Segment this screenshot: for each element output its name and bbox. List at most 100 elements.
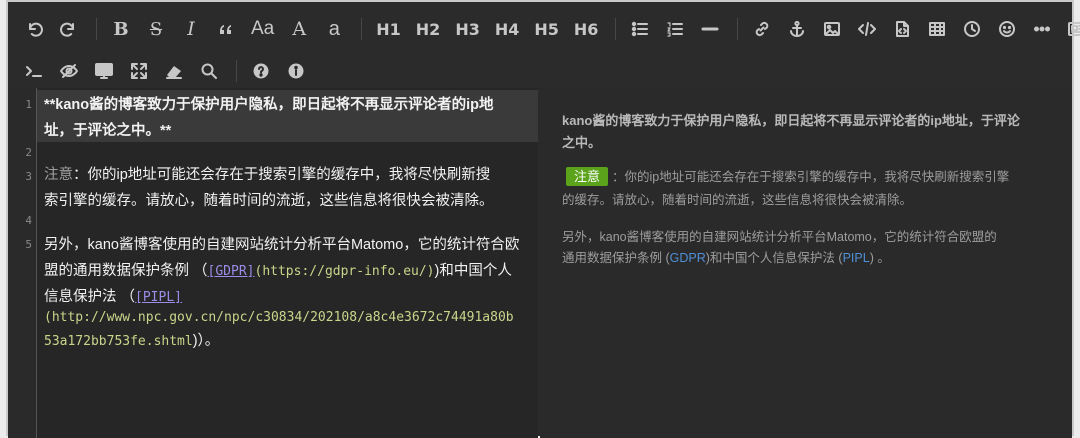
pagebreak-button[interactable] — [1063, 14, 1080, 44]
toggle-preview-icon — [59, 62, 79, 80]
terminal-icon — [24, 62, 44, 80]
pipl-link[interactable]: PIPL — [843, 251, 870, 265]
markdown-source-pane[interactable]: 1 2 3 4 5 **kano酱的博客致力于保护用户隐私，即日起将不再显示评论… — [8, 88, 538, 438]
code-line: 盟的通用数据保护条例 （[GDPR](https://gdpr-info.eu/… — [44, 258, 529, 285]
link-icon — [753, 20, 771, 38]
preview-text: ：你的ip地址可能还会存在于搜索引擎的缓存中，我将尽快刷新搜索引擎 — [612, 170, 1010, 184]
bold-button[interactable]: B — [107, 14, 135, 44]
table-button[interactable] — [923, 14, 951, 44]
ordered-list-icon — [666, 20, 684, 38]
toolbar-separator — [615, 18, 617, 40]
line-number-gutter: 1 2 3 4 5 — [8, 88, 37, 438]
preview-heading-line: kano酱的博客致力于保护用户隐私，即日起将不再显示评论者的ip地址，于评论 — [562, 113, 1020, 128]
fullscreen-preview-icon — [94, 62, 114, 80]
help-button[interactable] — [247, 56, 275, 86]
clear-icon — [164, 62, 184, 80]
table-icon — [928, 20, 946, 38]
preview-heading-line: 之中。 — [562, 135, 602, 150]
markdown-preview-pane: kano酱的博客致力于保护用户隐私，即日起将不再显示评论者的ip地址，于评论 之… — [540, 88, 1072, 438]
heading-6-button-button[interactable]: H6 — [570, 14, 603, 44]
unordered-list-icon — [631, 20, 649, 38]
heading-4-button-button[interactable]: H4 — [491, 14, 524, 44]
md-link-text[interactable]: [PIPL] — [135, 290, 182, 305]
horizontal-rule-button[interactable] — [696, 14, 724, 44]
search-button[interactable] — [195, 56, 223, 86]
line-number: 1 — [25, 98, 32, 111]
md-link-text[interactable]: [GDPR] — [208, 264, 255, 279]
italic-button[interactable]: I — [177, 14, 205, 44]
datetime-button[interactable] — [958, 14, 986, 44]
lowercase-icon: a — [328, 17, 340, 40]
md-link-url: (https://gdpr-info.eu/) — [254, 264, 435, 279]
fullscreen-button[interactable] — [125, 56, 153, 86]
help-icon — [252, 62, 270, 80]
redo-button[interactable] — [55, 14, 83, 44]
unordered-list-button[interactable] — [626, 14, 654, 44]
quote-button[interactable] — [212, 14, 240, 44]
notice-tag-text: 注意 — [44, 167, 73, 183]
heading-3-button-button[interactable]: H3 — [451, 14, 484, 44]
line-number: 3 — [25, 170, 32, 183]
toggle-preview-button[interactable] — [55, 56, 83, 86]
quote-icon — [217, 20, 235, 38]
code-text: 信息保护法 （ — [44, 289, 136, 305]
heading-2-button-button[interactable]: H2 — [412, 14, 445, 44]
code-block-button[interactable] — [888, 14, 916, 44]
code-text: ：你的ip地址可能还会存在于搜索引擎的缓存中，我将尽快刷新搜 — [73, 167, 491, 183]
ordered-list-button[interactable] — [661, 14, 689, 44]
code-text: )）。 — [192, 333, 220, 349]
line-number: 2 — [25, 146, 32, 159]
toolbar-separator — [737, 18, 739, 40]
search-icon — [200, 62, 218, 80]
terminal-button[interactable] — [20, 56, 48, 86]
link-button[interactable] — [748, 14, 776, 44]
line-number: 5 — [25, 238, 32, 251]
line-number: 4 — [25, 214, 32, 227]
md-link-url: (http://www.npc.gov.cn/npc/c30834/202108… — [44, 310, 514, 325]
lowercase-button[interactable]: a — [320, 14, 348, 44]
info-icon — [287, 62, 305, 80]
preview-text: 另外，kano酱博客使用的自建网站统计分析平台Matomo，它的统计符合欧盟的 — [562, 230, 997, 244]
undo-button[interactable] — [20, 14, 48, 44]
toolbar-separator — [96, 18, 97, 40]
code-line: **kano酱的博客致力于保护用户隐私，即日起将不再显示评论者的ip地 — [44, 97, 494, 113]
uppercase-icon: Aa — [251, 18, 275, 39]
clear-button[interactable] — [160, 56, 188, 86]
toolbar-row-1: B S I Aa Aa H1 H2 H3 H4 H5 H6 — [20, 11, 1080, 47]
image-button[interactable] — [818, 14, 846, 44]
info-button[interactable] — [282, 56, 310, 86]
fullscreen-icon — [130, 62, 148, 80]
emoji-button[interactable] — [993, 14, 1021, 44]
html-entities-icon — [1033, 20, 1051, 38]
fullscreen-preview-button[interactable] — [90, 56, 118, 86]
preview-text: )和中国个人信息保护法 ( — [705, 251, 843, 265]
code-block-icon — [893, 20, 911, 38]
emoji-icon — [998, 20, 1016, 38]
code-line: 索引擎的缓存。请放心，随着时间的流逝，这些信息将很快会被清除。 — [44, 193, 494, 209]
redo-icon — [60, 20, 78, 38]
word-uppercase-button[interactable]: A — [285, 14, 313, 44]
code-line: 53a172bb753fe.shtml)）。 — [44, 328, 529, 355]
pagebreak-icon — [1067, 20, 1080, 38]
anchor-button[interactable] — [783, 14, 811, 44]
datetime-icon — [963, 20, 981, 38]
heading-1-button-button[interactable]: H1 — [372, 14, 405, 44]
code-area[interactable]: **kano酱的博客致力于保护用户隐私，即日起将不再显示评论者的ip地 址，于评… — [37, 88, 538, 438]
preview-notice: 注意 ：你的ip地址可能还会存在于搜索引擎的缓存中，我将尽快刷新搜索引擎 — [562, 167, 1052, 188]
gdpr-link[interactable]: GDPR — [670, 251, 706, 265]
preview-text: 的缓存。请放心，随着时间的流逝，这些信息将很快会被清除。 — [562, 193, 913, 207]
md-link-url: 53a172bb753fe.shtml — [44, 334, 193, 349]
code-button[interactable] — [853, 14, 881, 44]
heading-5-button-button[interactable]: H5 — [530, 14, 563, 44]
code-line: 址，于评论之中。** — [44, 123, 172, 139]
undo-icon — [25, 20, 43, 38]
code-text: 盟的通用数据保护条例 （ — [44, 263, 208, 279]
horizontal-rule-icon — [701, 20, 719, 38]
html-entities-button[interactable] — [1028, 14, 1056, 44]
strikethrough-button[interactable]: S — [142, 14, 170, 44]
image-icon — [823, 20, 841, 38]
uppercase-button[interactable]: Aa — [247, 14, 278, 44]
code-line: 注意：你的ip地址可能还会存在于搜索引擎的缓存中，我将尽快刷新搜 — [44, 162, 529, 188]
toolbar-separator — [361, 18, 363, 40]
preview-text: ) 。 — [869, 251, 890, 265]
